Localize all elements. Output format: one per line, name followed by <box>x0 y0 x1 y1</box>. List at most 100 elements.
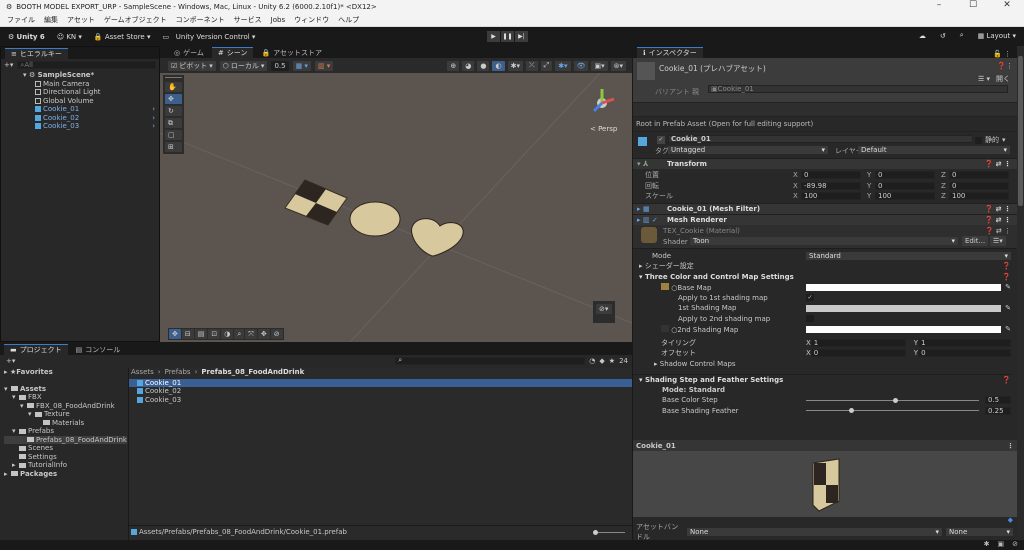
file-item[interactable]: Cookie_01 <box>129 378 632 387</box>
overlay-button[interactable]: ✥ <box>257 329 270 339</box>
effects-dropdown[interactable]: ✱▾ <box>555 60 571 71</box>
overlay-button[interactable]: ▤ <box>194 329 208 339</box>
active-checkbox[interactable]: ✓ <box>657 136 665 144</box>
shading-unlit-button[interactable]: ● <box>477 60 490 71</box>
variant-parent-field[interactable]: ▣ Cookie_01 <box>708 85 1008 93</box>
asset-store-button[interactable]: 🔒 Asset Store ▾ <box>94 33 151 41</box>
preview-header[interactable]: Cookie_01 ⋮ <box>633 440 1017 451</box>
account-button[interactable]: ☺ KN ▾ <box>57 33 82 41</box>
menu-help[interactable]: ヘルプ <box>338 15 359 25</box>
icon-size-slider[interactable] <box>593 529 625 535</box>
camera-dropdown[interactable]: ▣▾ <box>591 60 608 71</box>
maximize-button[interactable]: ☐ <box>956 0 990 10</box>
menu-jobs[interactable]: Jobs <box>271 16 285 24</box>
overlay-button[interactable]: ⌕ <box>234 329 245 339</box>
file-item[interactable]: Cookie_02 <box>129 387 632 396</box>
mesh-renderer-header[interactable]: ▸ ▥ ✓ Mesh Renderer ❓ ⇄ ⋮ <box>633 213 1017 225</box>
breadcrumb-item[interactable]: Prefabs_08_FoodAndDrink <box>201 368 304 376</box>
apply2-checkbox[interactable] <box>806 315 814 323</box>
offset-y-input[interactable]: 0 <box>918 349 1011 358</box>
tab-project[interactable]: ▬ プロジェクト <box>4 344 68 355</box>
create-button[interactable]: +▾ <box>4 61 13 69</box>
object-name-input[interactable]: Cookie_01 <box>668 135 973 143</box>
menu-file[interactable]: ファイル <box>7 15 35 25</box>
shader-settings-foldout[interactable]: ▸ シェーダー設定 ❓ <box>633 261 1011 272</box>
shader-dropdown[interactable]: Toon ▾ <box>690 236 958 245</box>
hierarchy-search-input[interactable]: ⌕ All <box>17 61 156 69</box>
transform-tool[interactable]: ⊞ <box>165 142 182 152</box>
tab-asset-store[interactable]: 🔒 アセットストア <box>255 47 328 58</box>
x-input[interactable]: 0 <box>801 171 861 180</box>
snap-dropdown[interactable]: ▥ ▾ <box>314 60 334 71</box>
pivot-dropdown[interactable]: ☑ ピボット ▾ <box>168 60 216 71</box>
step-feather-foldout[interactable]: ▾ Shading Step and Feather Settings ❓ <box>633 374 1011 385</box>
unity-button[interactable]: ⚙ Unity 6 <box>8 33 45 41</box>
tiling-x-input[interactable]: 1 <box>810 338 906 347</box>
hierarchy-item[interactable]: Cookie_03 › <box>35 122 159 131</box>
y-input[interactable]: 0 <box>875 181 935 190</box>
help-icon[interactable]: ❓⋮ <box>997 62 1013 70</box>
layer-dropdown[interactable]: Default ▾ <box>858 146 1010 154</box>
overlay-button[interactable]: ◑ <box>221 329 234 339</box>
z-input[interactable]: 0 <box>949 171 1009 180</box>
folder-item[interactable]: ▾ Prefabs <box>4 427 127 436</box>
lighting-toggle[interactable]: ⤢ <box>540 60 553 71</box>
mesh-filter-header[interactable]: ▸ ▦ Cookie_01 (Mesh Filter) ❓ ⇄ ⋮ <box>633 202 1017 214</box>
preview-area[interactable] <box>633 451 1017 517</box>
material-menu[interactable]: ❓ ⇄ ⋮ <box>985 227 1011 235</box>
apply1-checkbox[interactable]: ✓ <box>806 294 814 302</box>
three-color-foldout[interactable]: ▾ Three Color and Control Map Settings ❓ <box>633 272 1011 283</box>
edit-shader-button[interactable]: Edit... <box>962 235 989 246</box>
base-step-slider[interactable] <box>806 397 979 403</box>
overlay-button[interactable]: ✥ <box>169 329 181 339</box>
project-search-input[interactable]: ⌕ <box>395 356 586 365</box>
breadcrumb-item[interactable]: Assets <box>131 368 154 376</box>
hierarchy-item[interactable]: Cookie_01 › <box>35 105 159 114</box>
cache-icon[interactable]: ▣ <box>998 540 1005 550</box>
shading-shaded-button[interactable]: ◕ <box>462 60 475 71</box>
folder-item[interactable]: Settings <box>4 453 127 462</box>
grid-dropdown[interactable]: ▦ ▾ <box>292 60 311 71</box>
hand-tool[interactable]: ✋ <box>165 82 182 92</box>
play-button[interactable]: ▶ <box>487 31 500 42</box>
persp-label[interactable]: < Persp <box>590 125 617 133</box>
lock-icon[interactable]: 🔓 ⋮ <box>993 50 1011 58</box>
folder-item[interactable]: ▾ Assets <box>4 385 127 394</box>
filter-label-icon[interactable]: ◆ <box>599 357 604 365</box>
cloud-icon[interactable]: ☁ <box>919 32 926 40</box>
folder-item[interactable]: Materials <box>4 419 127 428</box>
menu-edit[interactable]: 編集 <box>44 15 58 25</box>
menu-component[interactable]: コンポーネント <box>176 15 225 25</box>
pause-button[interactable]: ❚❚ <box>501 31 514 42</box>
menu-assets[interactable]: アセット <box>67 15 95 25</box>
overlay-button[interactable]: ⤧ <box>245 329 257 339</box>
move-tool[interactable]: ✥ <box>165 94 182 104</box>
camera-overlay[interactable]: ⊘▾ <box>593 301 615 323</box>
x-input[interactable]: -89.98 <box>801 181 861 190</box>
shading-lit-button[interactable]: ◐ <box>492 60 505 71</box>
y-input[interactable]: 100 <box>875 192 935 201</box>
base-map-color[interactable] <box>806 283 1001 291</box>
label-icon[interactable]: ◆ <box>1008 516 1013 524</box>
favorites-item[interactable]: ▸ ★ Favorites <box>4 368 127 377</box>
layout-dropdown[interactable]: ▦ Layout ▾ <box>978 32 1016 40</box>
gizmos-dropdown[interactable]: ⊛▾ <box>610 60 626 71</box>
debug-dropdown[interactable]: ✱▾ <box>507 60 523 71</box>
asset-bundle-variant-dropdown[interactable]: None ▾ <box>946 528 1013 536</box>
menu-window[interactable]: ウィンドウ <box>294 15 329 25</box>
shading2-color[interactable] <box>806 325 1001 333</box>
shading1-color[interactable] <box>806 304 1001 312</box>
feather-slider[interactable] <box>806 408 979 414</box>
eyedropper-icon[interactable]: ✎ <box>1001 283 1011 291</box>
shadow-maps-foldout[interactable]: ▸ Shadow Control Maps <box>633 359 1011 370</box>
scene-root[interactable]: ▾ ⚙ SampleScene* <box>23 71 159 80</box>
eyedropper-icon[interactable]: ✎ <box>1001 304 1011 312</box>
tab-scene[interactable]: # シーン <box>211 47 254 58</box>
hierarchy-item[interactable]: Main Camera <box>35 80 159 89</box>
rect-tool[interactable]: ▢ <box>165 130 182 140</box>
x-input[interactable]: 100 <box>801 192 861 201</box>
tab-hierarchy[interactable]: ≡ ヒエラルキー <box>5 48 68 59</box>
overlay-button[interactable]: ⊡ <box>208 329 221 339</box>
z-input[interactable]: 0 <box>949 181 1009 190</box>
overlay-button[interactable]: ⊟ <box>181 329 194 339</box>
